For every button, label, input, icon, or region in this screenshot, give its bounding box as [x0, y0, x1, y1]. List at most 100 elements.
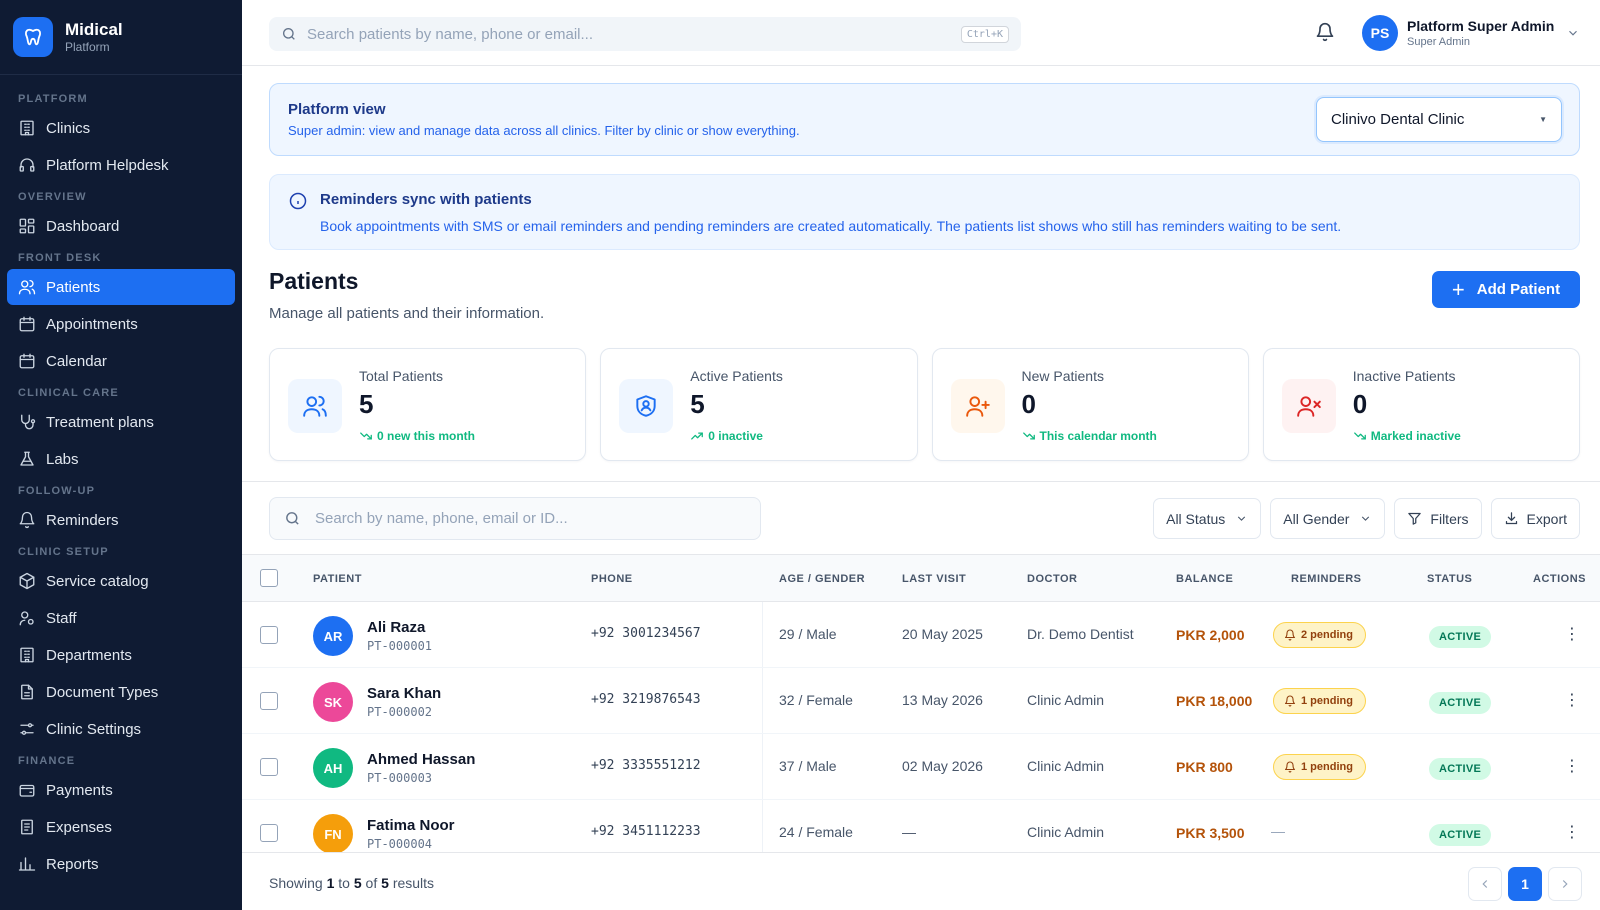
sidebar-nav: PLATFORM Clinics Platform Helpdesk OVERVIEW… — [0, 75, 242, 882]
patient-name[interactable]: Fatima Noor — [367, 817, 455, 834]
brand-subtitle: Platform — [65, 39, 110, 54]
column-header-last-visit[interactable]: LAST VISIT — [902, 573, 966, 585]
patient-id: PT-000001 — [367, 639, 433, 653]
stat-trend-text: 0 new this month — [377, 429, 476, 443]
brand[interactable]: Midical Platform — [0, 0, 242, 75]
row-actions-menu-icon[interactable]: ⋮ — [1564, 825, 1580, 841]
sidebar-item-label: Reports — [46, 855, 99, 873]
page-button-current[interactable]: 1 — [1508, 867, 1542, 901]
trend-down-icon — [360, 432, 372, 440]
notifications-button[interactable] — [1315, 22, 1335, 47]
chevron-left-icon — [1482, 880, 1488, 888]
column-header-patient[interactable]: PATIENT — [313, 573, 362, 585]
patient-doctor: Dr. Demo Dentist — [1027, 626, 1134, 642]
plus-icon: + — [1451, 276, 1465, 302]
sidebar-item-staff[interactable]: Staff — [7, 600, 235, 636]
stats-row: Total Patients 5 0 new this month Active… — [269, 348, 1580, 461]
column-separator — [762, 602, 763, 667]
stat-label: Inactive Patients — [1352, 368, 1456, 384]
stat-trend-text: 0 inactive — [708, 429, 763, 443]
select-all-checkbox[interactable] — [260, 569, 278, 587]
column-header-balance[interactable]: BALANCE — [1176, 573, 1233, 585]
reminders-pending-badge: 1 pending — [1273, 754, 1366, 780]
status-badge: ACTIVE — [1429, 758, 1492, 780]
row-checkbox[interactable] — [260, 626, 278, 644]
sidebar-item-label: Patients — [46, 278, 101, 296]
global-search[interactable]: Ctrl+K — [269, 17, 1021, 51]
row-checkbox[interactable] — [260, 824, 278, 842]
stat-value: 5 — [690, 389, 705, 419]
prev-page-button[interactable] — [1468, 867, 1502, 901]
status-badge: ACTIVE — [1429, 626, 1492, 648]
row-actions-menu-icon[interactable]: ⋮ — [1564, 693, 1580, 709]
bell-icon — [1284, 761, 1296, 773]
sidebar-item-platform-helpdesk[interactable]: Platform Helpdesk — [7, 147, 235, 183]
patient-last-visit: 20 May 2025 — [902, 626, 983, 642]
column-header-age-gender[interactable]: AGE / GENDER — [779, 573, 865, 585]
sidebar-item-label: Clinic Settings — [46, 720, 142, 738]
pagination: 1 — [1468, 867, 1582, 901]
table-search-input[interactable] — [315, 510, 746, 527]
sidebar-item-dashboard[interactable]: Dashboard — [7, 208, 235, 244]
table-row[interactable]: AR Ali Raza PT-000001 +92 3001234567 29 … — [242, 602, 1600, 668]
column-header-doctor[interactable]: DOCTOR — [1027, 573, 1077, 585]
sidebar-item-label: Departments — [46, 646, 132, 664]
table-row[interactable]: AH Ahmed Hassan PT-000003 +92 3335551212… — [242, 734, 1600, 800]
sidebar-item-label: Platform Helpdesk — [46, 156, 169, 174]
user-cog-icon — [19, 611, 34, 626]
sidebar-item-clinics[interactable]: Clinics — [7, 110, 235, 146]
stat-label: Active Patients — [690, 368, 783, 384]
sidebar-item-reminders[interactable]: Reminders — [7, 502, 235, 538]
sidebar-item-payments[interactable]: Payments — [7, 772, 235, 808]
sidebar-item-calendar[interactable]: Calendar — [7, 343, 235, 379]
patient-name[interactable]: Sara Khan — [367, 685, 441, 702]
table-search[interactable] — [269, 497, 761, 540]
users-icon — [18, 279, 36, 295]
shield-user-icon — [636, 395, 656, 417]
chevron-down-icon — [1238, 516, 1246, 521]
column-header-status[interactable]: STATUS — [1427, 573, 1472, 585]
next-page-button[interactable] — [1548, 867, 1582, 901]
status-filter-select[interactable]: All Status — [1153, 498, 1262, 539]
sidebar-item-appointments[interactable]: Appointments — [7, 306, 235, 342]
column-header-reminders[interactable]: REMINDERS — [1291, 573, 1362, 585]
sidebar-item-treatment-plans[interactable]: Treatment plans — [7, 404, 235, 440]
sidebar-item-labs[interactable]: Labs — [7, 441, 235, 477]
sidebar-item-departments[interactable]: Departments — [7, 637, 235, 673]
reminder-info-banner: Reminders sync with patients Book appoin… — [269, 174, 1580, 250]
table-row[interactable]: SK Sara Khan PT-000002 +92 3219876543 32… — [242, 668, 1600, 734]
patient-name[interactable]: Ahmed Hassan — [367, 751, 475, 768]
sidebar-item-clinic-settings[interactable]: Clinic Settings — [7, 711, 235, 747]
filters-button[interactable]: Filters — [1394, 498, 1482, 539]
avatar: AR — [313, 616, 353, 656]
gender-filter-select[interactable]: All Gender — [1270, 498, 1386, 539]
add-patient-button[interactable]: + Add Patient — [1432, 271, 1580, 308]
row-actions-menu-icon[interactable]: ⋮ — [1564, 627, 1580, 643]
global-search-input[interactable] — [307, 25, 961, 43]
clinic-select[interactable]: Clinivo Dental Clinic ▼ — [1316, 97, 1562, 142]
sidebar-item-label: Staff — [46, 609, 77, 627]
row-checkbox[interactable] — [260, 692, 278, 710]
table-header: PATIENT PHONE AGE / GENDER LAST VISIT DO… — [242, 554, 1600, 602]
export-button[interactable]: Export — [1490, 498, 1580, 539]
row-actions-menu-icon[interactable]: ⋮ — [1564, 759, 1580, 775]
patient-name[interactable]: Ali Raza — [367, 619, 425, 636]
stat-value: 0 — [1021, 389, 1036, 419]
row-checkbox[interactable] — [260, 758, 278, 776]
stat-card-inactive-patients: Inactive Patients 0 Marked inactive — [1262, 348, 1580, 461]
flask-icon — [20, 451, 34, 466]
sidebar-item-label: Labs — [46, 450, 79, 468]
sidebar-item-service-catalog[interactable]: Service catalog — [7, 563, 235, 599]
patient-age-gender: 24 / Female — [779, 824, 853, 840]
bell-icon — [1316, 22, 1334, 42]
sidebar-item-patients[interactable]: Patients — [7, 269, 235, 305]
stat-card-total-patients: Total Patients 5 0 new this month — [269, 348, 587, 461]
status-badge: ACTIVE — [1429, 692, 1492, 714]
sidebar-item-expenses[interactable]: Expenses — [7, 809, 235, 845]
column-header-phone[interactable]: PHONE — [591, 573, 633, 585]
results-to: 5 — [353, 875, 362, 891]
patient-age-gender: 32 / Female — [779, 692, 853, 708]
sidebar-item-reports[interactable]: Reports — [7, 846, 235, 882]
sidebar-item-document-types[interactable]: Document Types — [7, 674, 235, 710]
user-menu[interactable]: PS Platform Super Admin Super Admin — [1362, 15, 1580, 51]
